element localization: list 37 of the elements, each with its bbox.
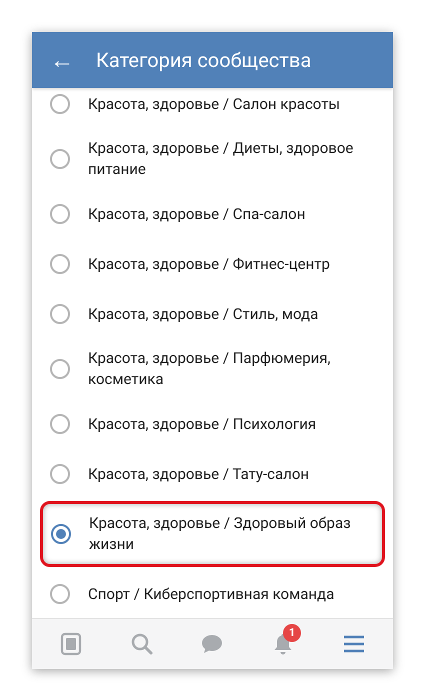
option-row[interactable]: Красота, здоровье / Тату-салон (32, 449, 393, 499)
notification-badge: 1 (283, 624, 302, 642)
radio-button[interactable] (50, 359, 70, 379)
radio-button[interactable] (50, 149, 70, 169)
radio-button[interactable] (50, 584, 70, 604)
option-row[interactable]: Красота, здоровье / Психология (32, 399, 393, 449)
nav-tab[interactable]: 1 (261, 622, 306, 666)
screen-title: Категория сообщества (96, 47, 312, 74)
option-row[interactable]: Спорт / Киберспортивная команда (32, 569, 393, 618)
option-row[interactable]: Красота, здоровье / Салон красоты (32, 88, 393, 129)
option-label: Красота, здоровье / Диеты, здоровое питание (88, 138, 354, 180)
radio-button[interactable] (51, 524, 71, 544)
option-row[interactable]: Красота, здоровье / Диеты, здоровое питание (32, 129, 393, 189)
highlighted-option-row[interactable]: Красота, здоровье / Здоровый образ жизни (40, 501, 385, 567)
radio-button[interactable] (50, 254, 70, 274)
option-label: Красота, здоровье / Психология (88, 414, 316, 434)
speech-bubble-icon (200, 632, 224, 656)
radio-button[interactable] (50, 94, 70, 114)
option-label: Красота, здоровье / Здоровый образ жизни (89, 513, 352, 555)
option-row[interactable]: Красота, здоровье / Спа-салон (32, 189, 393, 239)
option-label: Красота, здоровье / Салон красоты (88, 94, 340, 114)
radio-button[interactable] (50, 304, 70, 324)
radio-button[interactable] (50, 414, 70, 434)
option-label: Спорт / Киберспортивная команда (88, 584, 334, 604)
option-label: Красота, здоровье / Фитнес-центр (88, 254, 330, 274)
option-row[interactable]: Красота, здоровье / Стиль, мода (32, 289, 393, 339)
option-row[interactable]: Красота, здоровье / Парфюмерия, косметика (32, 339, 393, 399)
back-button[interactable]: ← (50, 48, 74, 72)
option-label: Красота, здоровье / Тату-салон (88, 464, 310, 484)
radio-button[interactable] (50, 204, 70, 224)
search-icon (130, 632, 154, 656)
option-label: Красота, здоровье / Стиль, мода (88, 304, 318, 324)
option-label: Красота, здоровье / Парфюмерия, косметика (88, 348, 332, 390)
radio-button[interactable] (50, 464, 70, 484)
option-label: Красота, здоровье / Спа-салон (88, 204, 306, 224)
option-row[interactable]: Красота, здоровье / Фитнес-центр (32, 239, 393, 289)
news-icon (59, 632, 84, 656)
